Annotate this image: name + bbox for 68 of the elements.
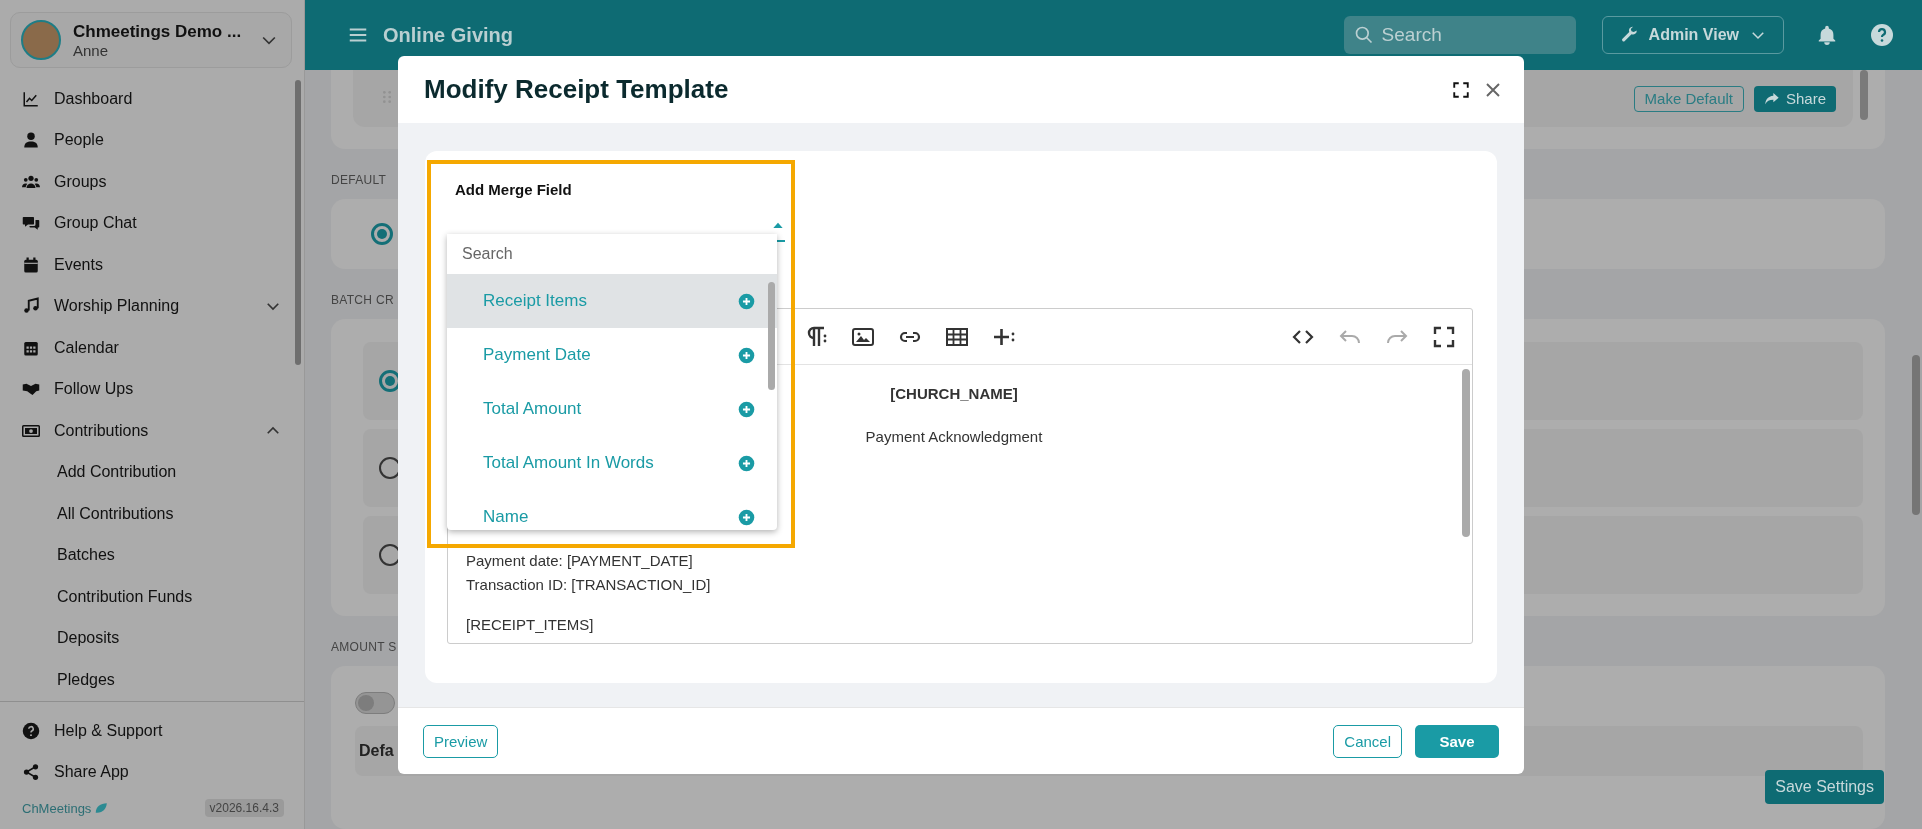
sidebar-item[interactable]: People <box>0 119 304 161</box>
sidebar-item[interactable]: Help & Support <box>0 710 304 752</box>
template-text: Payment date: [PAYMENT_DATE] <box>466 551 694 571</box>
plus-circle-icon <box>738 346 755 364</box>
template-text: [CHURCH_NAME] <box>889 385 1019 402</box>
sidebar-subitem[interactable]: Batches <box>57 546 115 565</box>
scrollbar[interactable] <box>1860 70 1868 120</box>
sidebar-item[interactable]: Contributions <box>0 410 304 452</box>
search-field[interactable]: Search <box>447 234 777 274</box>
section-label: BATCH CR <box>331 292 394 307</box>
sidebar-subitem[interactable]: Contribution Funds <box>57 587 193 606</box>
organization-switcher[interactable]: Chmeetings Demo ... Anne <box>10 12 292 68</box>
toggle-switch[interactable] <box>355 691 395 714</box>
plus-circle-icon <box>738 454 755 472</box>
search-icon <box>1353 25 1374 45</box>
section-label: AMOUNT S <box>331 639 397 654</box>
chat-bubbles-icon <box>22 214 40 233</box>
radio-button[interactable] <box>371 222 393 245</box>
sidebar-item[interactable]: Group Chat <box>0 202 304 244</box>
plus-circle-icon <box>738 508 755 526</box>
sidebar-item[interactable]: Follow Ups <box>0 368 304 410</box>
scrollbar[interactable] <box>1462 369 1470 537</box>
calendar-icon <box>22 255 40 274</box>
fullscreen-icon <box>1432 324 1456 349</box>
chart-icon <box>22 89 40 108</box>
section-label: DEFAULT <box>331 173 387 187</box>
version-label: v2026.16.4.3 <box>204 799 284 817</box>
admin-view-button[interactable]: Admin View <box>1601 16 1784 54</box>
save-settings-button[interactable]: Save Settings <box>1765 770 1884 804</box>
plus-circle-icon <box>738 292 755 310</box>
person-icon <box>22 131 40 150</box>
template-text: [RECEIPT_ITEMS] <box>466 615 595 635</box>
wrench-icon <box>1620 26 1639 44</box>
sidebar-subitem[interactable]: Deposits <box>57 629 120 648</box>
share-button[interactable]: Share <box>1753 85 1836 112</box>
sidebar-item[interactable]: Worship Planning <box>0 285 304 327</box>
music-note-icon <box>22 297 40 316</box>
user-name: Anne <box>73 41 110 59</box>
scrollbar[interactable] <box>295 80 301 365</box>
sidebar-item[interactable]: Calendar <box>0 327 304 369</box>
brand-logo: ChMeetings <box>22 800 109 816</box>
sidebar-item[interactable]: Dashboard <box>0 78 304 120</box>
sidebar-item[interactable]: Share App <box>0 751 304 793</box>
close-icon[interactable] <box>1484 80 1502 99</box>
search-field[interactable]: Search <box>1343 16 1576 54</box>
sidebar-subitem[interactable]: All Contributions <box>57 504 174 523</box>
sidebar-subitem[interactable]: Pledges <box>57 670 115 689</box>
avatar-circle <box>21 20 61 60</box>
scrollbar[interactable] <box>1912 355 1920 515</box>
page-title: Online Giving <box>383 23 514 47</box>
plus-circle-icon <box>738 400 755 418</box>
sidebar-item[interactable]: Events <box>0 244 304 286</box>
bell-icon[interactable] <box>1816 24 1838 46</box>
sidebar-subitem[interactable]: Add Contribution <box>57 463 177 482</box>
template-text: Payment Acknowledgment <box>864 428 1044 445</box>
sidebar-item[interactable]: Groups <box>0 161 304 203</box>
fullscreen-icon[interactable] <box>1452 80 1470 99</box>
field-label: Add Merge Field <box>455 181 573 198</box>
modal-title: Modify Receipt Template <box>424 74 730 105</box>
share-icon <box>22 763 40 782</box>
help-icon <box>22 721 40 740</box>
curved-arrow-icon <box>1763 90 1780 107</box>
help-icon[interactable] <box>1870 23 1894 47</box>
scrollbar[interactable] <box>768 282 775 390</box>
setting-heading: Defa <box>359 741 394 760</box>
leaf-icon <box>94 801 109 815</box>
organization-name: Chmeetings Demo ... <box>73 21 243 42</box>
template-text: Transaction ID: [TRANSACTION_ID] <box>466 575 712 595</box>
